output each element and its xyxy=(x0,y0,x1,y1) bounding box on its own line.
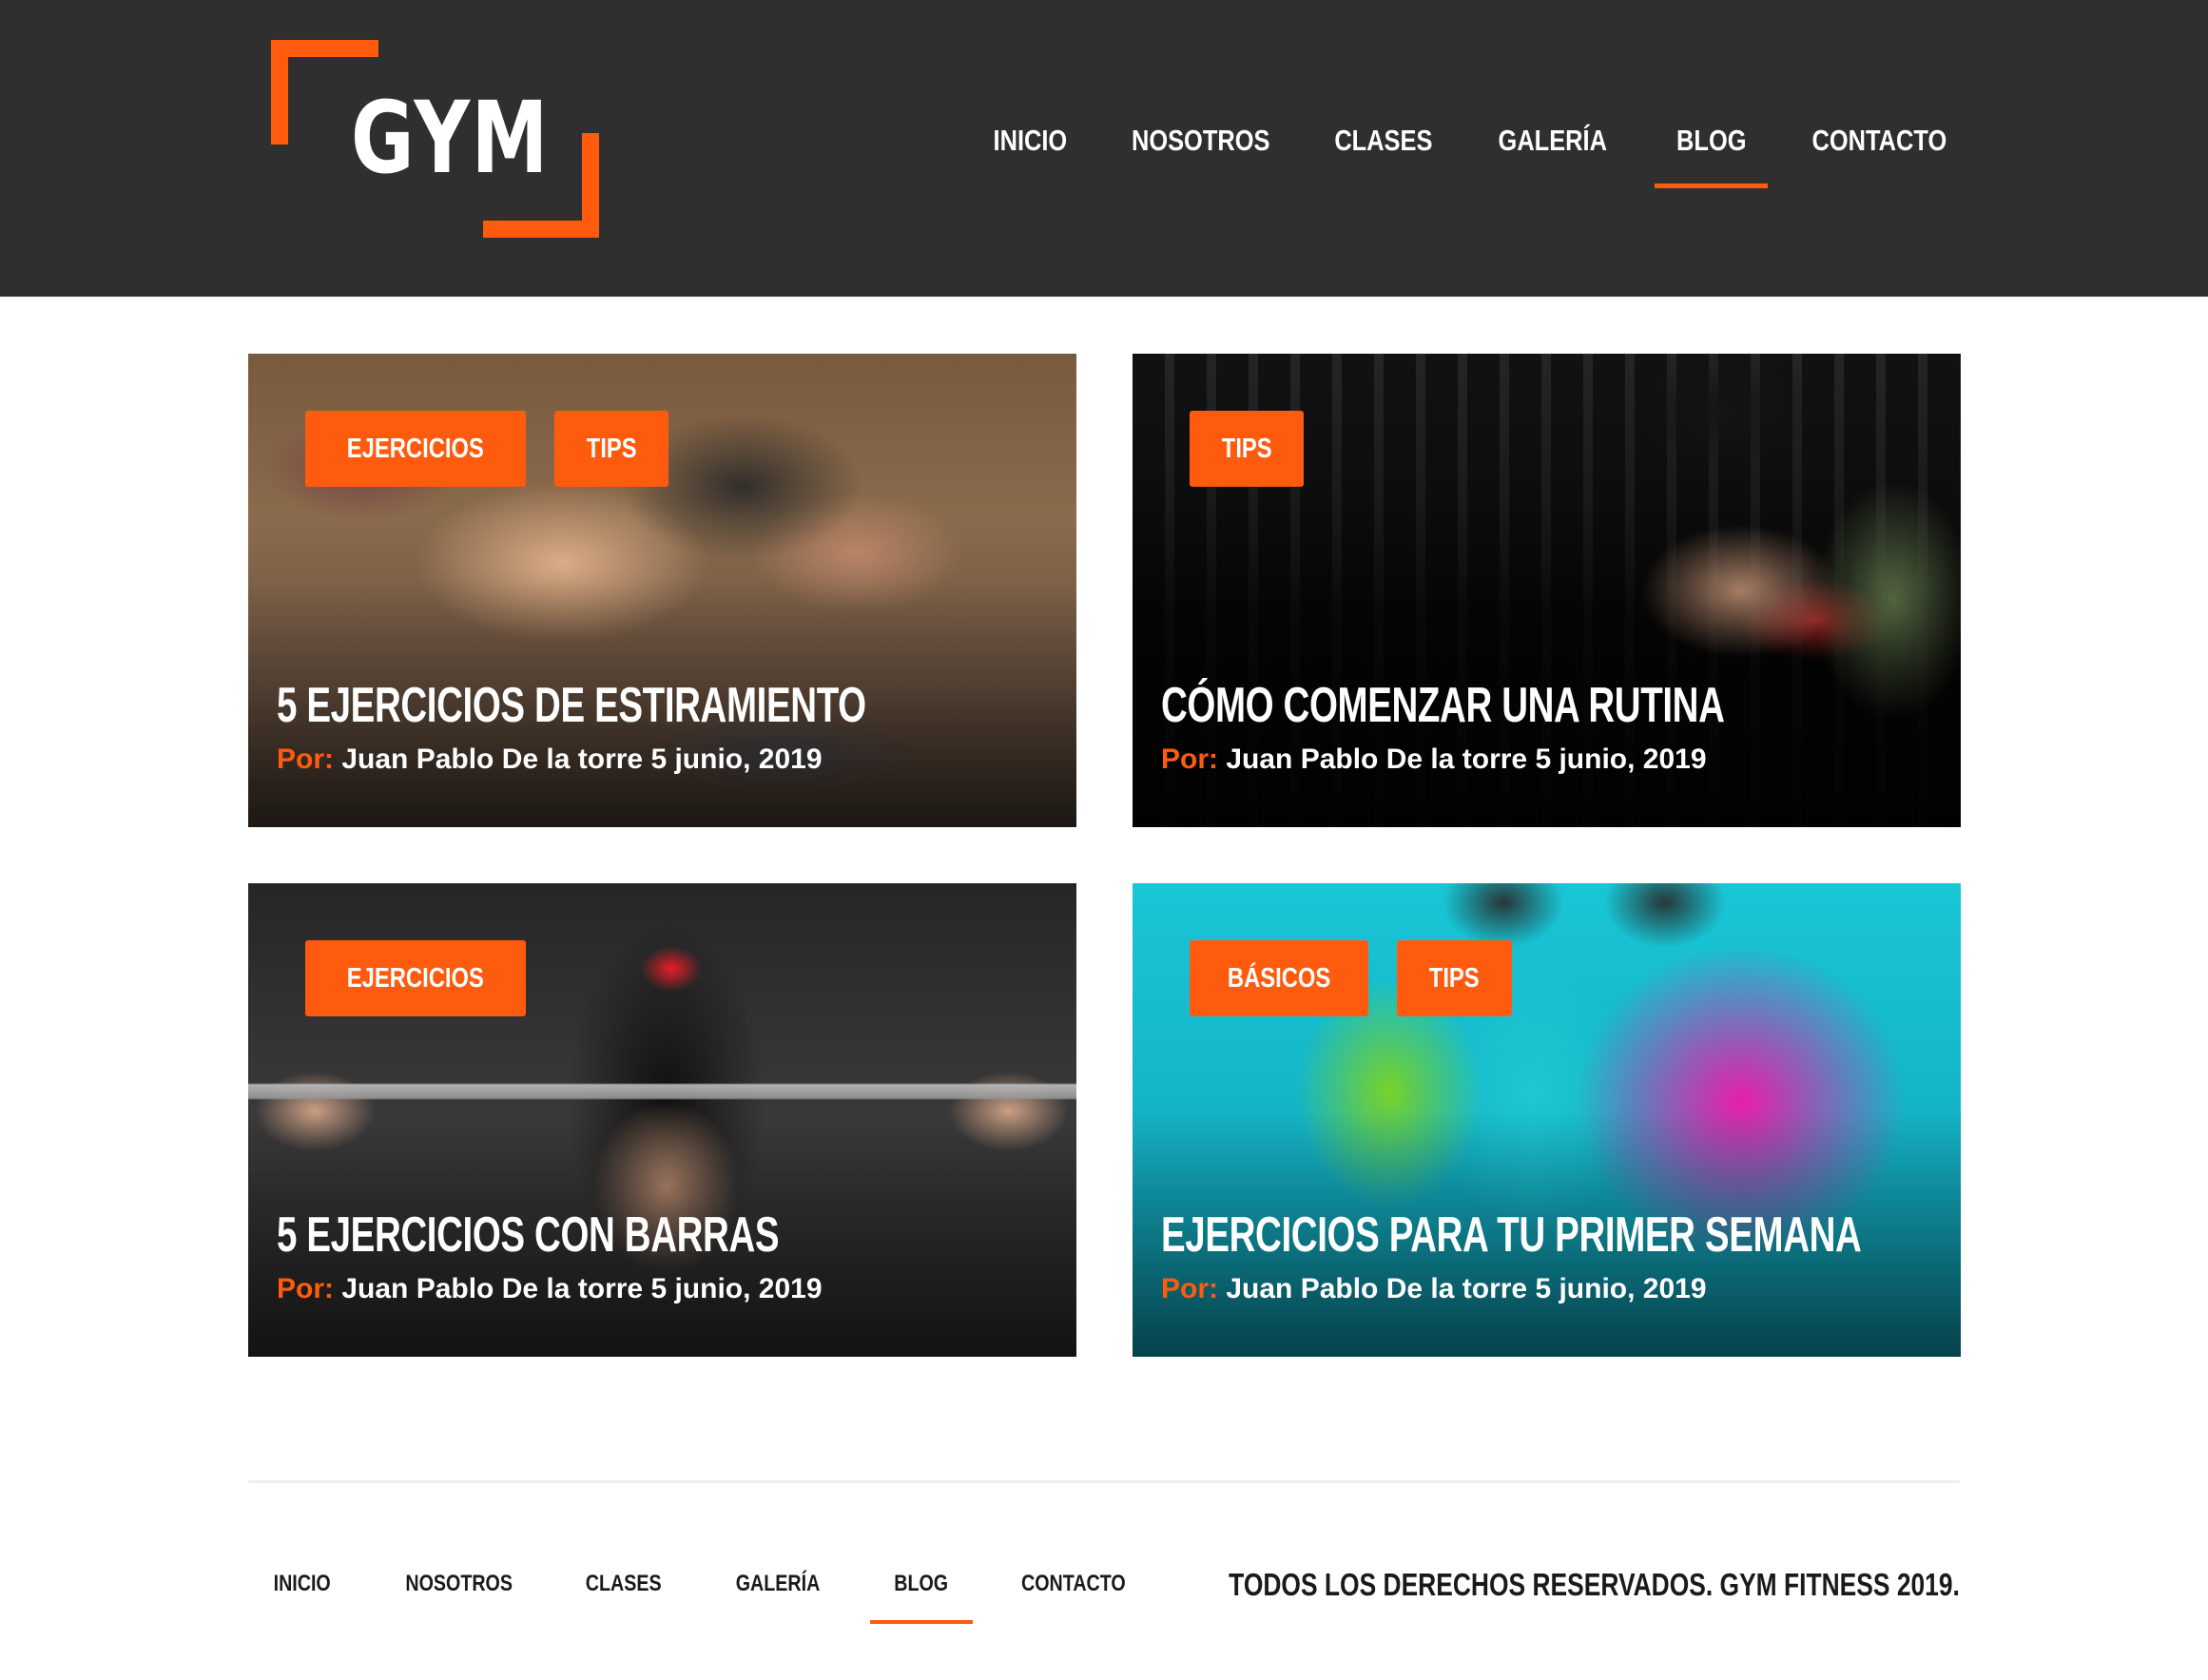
author-prefix: Por: xyxy=(1161,1273,1218,1304)
post-card[interactable]: TIPS CÓMO COMENZAR UNA RUTINA Por: Juan … xyxy=(1133,354,1961,827)
footer-nav-contacto[interactable]: CONTACTO xyxy=(1021,1571,1126,1624)
post-date: 5 junio, 2019 xyxy=(650,1273,823,1304)
post-title[interactable]: CÓMO COMENZAR UNA RUTINA xyxy=(1161,677,1725,734)
tag-ejercicios[interactable]: EJERCICIOS xyxy=(305,411,526,487)
post-card[interactable]: BÁSICOS TIPS EJERCICIOS PARA TU PRIMER S… xyxy=(1133,883,1961,1357)
post-card[interactable]: EJERCICIOS TIPS 5 EJERCICIOS DE ESTIRAMI… xyxy=(248,354,1076,827)
post-meta: Por: Juan Pablo De la torre 5 junio, 201… xyxy=(1161,743,1707,776)
post-date: 5 junio, 2019 xyxy=(1535,743,1707,775)
logo-bracket-left xyxy=(271,40,288,145)
nav-contacto[interactable]: CONTACTO xyxy=(1811,124,1947,190)
author-prefix: Por: xyxy=(277,743,334,775)
post-title[interactable]: 5 EJERCICIOS DE ESTIRAMIENTO xyxy=(277,677,866,734)
nav-inicio[interactable]: INICIO xyxy=(989,124,1071,190)
post-meta: Por: Juan Pablo De la torre 5 junio, 201… xyxy=(277,743,823,776)
post-author: Juan Pablo De la torre xyxy=(1226,1273,1528,1304)
post-tags: BÁSICOS TIPS xyxy=(1190,940,1512,1016)
tag-basicos[interactable]: BÁSICOS xyxy=(1190,940,1369,1016)
footer-nav-nosotros[interactable]: NOSOTROS xyxy=(406,1571,513,1624)
post-tags: EJERCICIOS xyxy=(305,940,526,1016)
post-author: Juan Pablo De la torre xyxy=(341,1273,644,1304)
copyright-text: TODOS LOS DERECHOS RESERVADOS. GYM FITNE… xyxy=(1229,1567,1960,1602)
post-card[interactable]: EJERCICIOS 5 EJERCICIOS CON BARRAS Por: … xyxy=(248,883,1076,1357)
tag-tips[interactable]: TIPS xyxy=(1397,940,1512,1016)
logo-bracket-right xyxy=(582,133,599,238)
footer-divider xyxy=(248,1480,1960,1483)
post-title[interactable]: 5 EJERCICIOS CON BARRAS xyxy=(277,1207,780,1264)
nav-nosotros[interactable]: NOSOTROS xyxy=(1132,124,1269,190)
post-author: Juan Pablo De la torre xyxy=(1226,743,1528,775)
footer-nav-galeria[interactable]: GALERÍA xyxy=(736,1571,821,1624)
site-header: GYM INICIO NOSOTROS CLASES GALERÍA BLOG … xyxy=(0,0,2208,297)
author-prefix: Por: xyxy=(277,1273,334,1304)
logo-text: GYM xyxy=(351,80,550,196)
nav-blog[interactable]: BLOG xyxy=(1655,124,1768,190)
footer-nav-clases[interactable]: CLASES xyxy=(584,1571,664,1624)
post-tags: TIPS xyxy=(1190,411,1305,487)
post-title[interactable]: EJERCICIOS PARA TU PRIMER SEMANA xyxy=(1161,1207,1862,1264)
author-prefix: Por: xyxy=(1161,743,1218,775)
post-date: 5 junio, 2019 xyxy=(650,743,823,775)
tag-ejercicios[interactable]: EJERCICIOS xyxy=(305,940,526,1016)
footer-nav-blog[interactable]: BLOG xyxy=(870,1571,973,1624)
footer-nav-inicio[interactable]: INICIO xyxy=(270,1571,335,1624)
tag-tips[interactable]: TIPS xyxy=(553,411,669,487)
post-meta: Por: Juan Pablo De la torre 5 junio, 201… xyxy=(1161,1273,1707,1305)
gym-logo[interactable]: GYM xyxy=(271,40,599,238)
post-author: Juan Pablo De la torre xyxy=(341,743,644,775)
nav-galeria[interactable]: GALERÍA xyxy=(1499,124,1607,190)
post-date: 5 junio, 2019 xyxy=(1535,1273,1707,1304)
tag-tips[interactable]: TIPS xyxy=(1190,411,1305,487)
post-tags: EJERCICIOS TIPS xyxy=(305,411,669,487)
nav-clases[interactable]: CLASES xyxy=(1331,124,1436,190)
post-meta: Por: Juan Pablo De la torre 5 junio, 201… xyxy=(277,1273,823,1305)
